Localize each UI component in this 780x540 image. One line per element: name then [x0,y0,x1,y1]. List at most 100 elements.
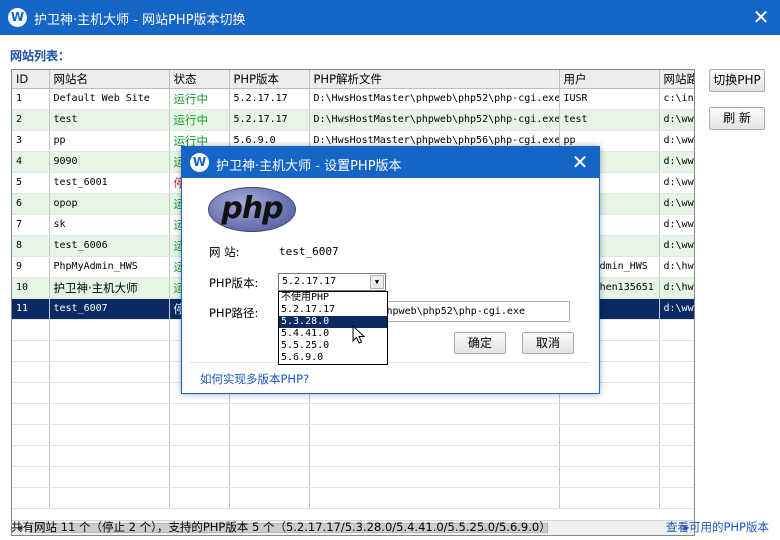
dialog-title: 护卫神·主机大师 - 设置PHP版本 [216,159,402,174]
dropdown-option[interactable]: 5.3.28.0 [279,316,387,328]
cell-name: PhpMyAdmin_HWS [49,256,170,278]
dropdown-option[interactable]: 5.2.17.17 [279,304,387,316]
cell-name: test_6001 [49,172,170,194]
empty-cell [309,424,560,446]
column-header-php[interactable]: PHP版本 [229,70,310,89]
empty-cell [559,466,660,488]
cell-status: 运行中 [169,88,230,110]
empty-cell [49,319,170,341]
dropdown-option[interactable]: 5.4.41.0 [279,328,387,340]
empty-row [12,445,694,467]
empty-row [12,403,694,425]
cell-file: D:\HwsHostMaster\phpweb\php52\php-cgi.ex… [309,88,560,110]
column-header-id[interactable]: ID [12,70,50,89]
ok-button[interactable]: 确定 [454,332,506,354]
empty-cell [169,487,230,509]
empty-cell [659,487,694,509]
set-php-dialog: W 护卫神·主机大师 - 设置PHP版本 ✕ php 网 站: test_600… [181,146,600,394]
table-header: ID 网站名 状态 PHP版本 PHP解析文件 用户 网站路径 [12,70,694,89]
empty-cell [559,403,660,425]
empty-cell [12,445,50,467]
status-bar: 共有网站 11 个（停止 2 个），支持的PHP版本 5 个（5.2.17.17… [0,512,780,540]
cell-id: 5 [12,172,50,194]
empty-cell [49,445,170,467]
empty-cell [49,361,170,383]
empty-cell [659,340,694,362]
dropdown-option[interactable]: 不使用PHP [279,292,387,304]
empty-cell [49,424,170,446]
cell-name: Default Web Site [49,88,170,110]
cell-id: 2 [12,109,50,131]
empty-cell [659,361,694,383]
cell-id: 4 [12,151,50,173]
dialog-logo-icon: W [190,153,209,172]
empty-cell [229,466,310,488]
empty-cell [169,445,230,467]
empty-cell [49,340,170,362]
cell-id: 10 [12,277,50,299]
empty-cell [309,466,560,488]
table-row[interactable]: 1 Default Web Site 运行中 5.2.17.17 D:\HwsHostM… [12,88,694,110]
php-logo-text: php [221,191,283,226]
chevron-down-icon[interactable]: ▼ [370,275,384,289]
empty-cell [229,424,310,446]
empty-cell [659,403,694,425]
php-version-selected: 5.2.17.17 [282,276,337,287]
empty-row [12,424,694,446]
cell-name: sk [49,214,170,236]
empty-cell [659,424,694,446]
site-list-label: 网站列表： [10,49,71,63]
empty-cell [229,445,310,467]
table-row[interactable]: 2 test 运行中 5.2.17.17 D:\HwsHostMaster\phpweb… [12,109,694,131]
cell-path: d:\wwwroot\pp [659,130,694,152]
empty-row [12,487,694,509]
cell-php: 5.2.17.17 [229,88,310,110]
cell-path: d:\wwwroot\test_6007 [659,298,694,320]
empty-cell [309,403,560,425]
cell-path: d:\wwwroot\test_6006 [659,235,694,257]
cancel-button[interactable]: 取消 [522,332,574,354]
app-logo-icon: W [8,8,27,27]
cell-id: 6 [12,193,50,215]
cell-name: test [49,109,170,131]
cell-php: 5.2.17.17 [229,109,310,131]
site-label: 网 站: [209,245,240,259]
dialog-titlebar: W 护卫神·主机大师 - 设置PHP版本 ✕ [182,147,599,178]
column-header-name[interactable]: 网站名 [49,70,170,89]
site-value: test_6007 [279,245,339,258]
refresh-button[interactable]: 刷 新 [709,107,765,130]
column-header-file[interactable]: PHP解析文件 [309,70,560,89]
cell-path: d:\wwwroot\sk [659,214,694,236]
column-header-status[interactable]: 状态 [169,70,230,89]
column-header-user[interactable]: 用户 [559,70,660,89]
empty-cell [559,424,660,446]
dropdown-option[interactable]: 5.6.9.0 [279,352,387,364]
empty-cell [49,466,170,488]
empty-cell [12,424,50,446]
cell-file: D:\HwsHostMaster\phpweb\php52\php-cgi.ex… [309,109,560,131]
php-path-label: PHP路径: [209,306,259,320]
empty-cell [169,466,230,488]
empty-cell [659,319,694,341]
cell-name: test_6007 [49,298,170,320]
cell-path: d:\wwwroot\test [659,109,694,131]
view-php-versions-link[interactable]: 查看可用的PHP版本 [666,519,769,535]
window-title: 护卫神·主机大师 - 网站PHP版本切换 [34,13,246,28]
empty-cell [49,403,170,425]
close-icon[interactable]: ✕ [748,4,774,30]
cell-path: d:\hws [659,277,694,299]
empty-cell [12,340,50,362]
cell-status: 运行中 [169,109,230,131]
dialog-divider [190,362,590,363]
cell-id: 7 [12,214,50,236]
php-version-select[interactable]: 5.2.17.17 ▼ [278,273,386,291]
dropdown-option[interactable]: 5.5.25.0 [279,340,387,352]
column-header-path[interactable]: 网站路径 [659,70,694,89]
switch-php-button[interactable]: 切换PHP [709,69,765,92]
cell-path: d:\wwwroot\test_6001 [659,172,694,194]
dialog-close-icon[interactable]: ✕ [567,149,593,175]
php-version-dropdown: 不使用PHP 5.2.17.17 5.3.28.0 5.4.41.0 5.5.25.0 5… [278,291,388,365]
empty-cell [169,403,230,425]
cell-id: 1 [12,88,50,110]
multi-php-help-link[interactable]: 如何实现多版本PHP? [200,371,309,387]
